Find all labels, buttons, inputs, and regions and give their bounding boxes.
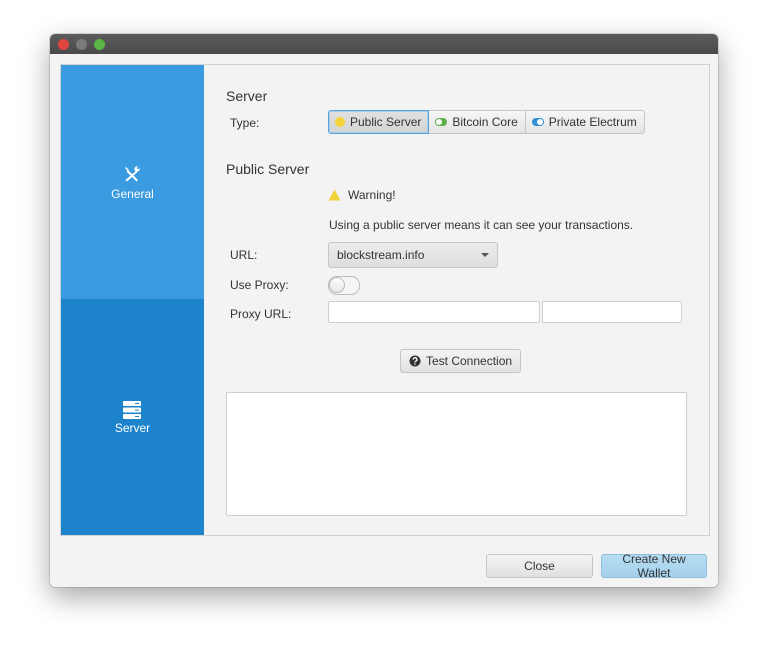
chevron-down-icon (481, 253, 489, 257)
type-label: Type: (230, 116, 260, 130)
server-type-label: Private Electrum (548, 115, 637, 129)
connection-output-area[interactable] (226, 392, 687, 516)
test-connection-button[interactable]: Test Connection (400, 349, 522, 373)
window-maximize-button[interactable] (94, 39, 105, 50)
warning-icon (328, 189, 341, 201)
window-close-button[interactable] (58, 39, 69, 50)
create-new-wallet-button[interactable]: Create New Wallet (601, 552, 707, 580)
warning-row: Warning! (328, 188, 396, 202)
server-type-bitcoin-core[interactable]: Bitcoin Core (428, 110, 526, 134)
server-settings-panel: Server Type: Public Server Bitcoin Core … (204, 65, 709, 535)
title-bar (50, 34, 718, 54)
server-icon (123, 401, 141, 419)
warning-message: Using a public server means it can see y… (329, 218, 634, 232)
tools-icon (125, 166, 140, 182)
server-type-public-server[interactable]: Public Server (328, 110, 430, 134)
sidebar-item-server[interactable]: Server (61, 299, 204, 535)
bitcoin-core-indicator-icon (435, 118, 448, 126)
server-section-title: Server (226, 88, 268, 104)
public-server-section-title: Public Server (226, 161, 310, 177)
sidebar-item-label: Server (114, 421, 151, 435)
server-type-selector: Public Server Bitcoin Core Private Elect… (328, 110, 645, 134)
server-type-label: Public Server (350, 115, 422, 129)
proxy-port-input[interactable] (542, 301, 682, 323)
public-server-indicator-icon (335, 117, 345, 127)
server-type-private-electrum[interactable]: Private Electrum (524, 110, 645, 134)
use-proxy-toggle[interactable] (328, 276, 360, 295)
use-proxy-label: Use Proxy: (230, 278, 289, 292)
url-dropdown[interactable]: blockstream.info (328, 242, 498, 268)
content-frame: General Server Server Type: Public Serve… (60, 64, 710, 536)
warning-title: Warning! (348, 188, 396, 202)
preferences-window: General Server Server Type: Public Serve… (50, 34, 718, 587)
server-type-label: Bitcoin Core (452, 115, 518, 129)
sidebar-item-general[interactable]: General (61, 65, 204, 299)
sidebar: General Server (61, 65, 204, 535)
window-minimize-button[interactable] (76, 39, 87, 50)
url-dropdown-value: blockstream.info (337, 248, 425, 262)
toggle-knob (329, 277, 345, 293)
close-button[interactable]: Close (486, 554, 593, 578)
sidebar-item-label: General (111, 187, 154, 201)
test-connection-label: Test Connection (426, 354, 513, 368)
url-label: URL: (230, 248, 258, 262)
proxy-host-input[interactable] (328, 301, 540, 323)
proxy-url-label: Proxy URL: (230, 307, 292, 321)
question-circle-icon (409, 355, 421, 367)
private-electrum-indicator-icon (531, 118, 544, 126)
